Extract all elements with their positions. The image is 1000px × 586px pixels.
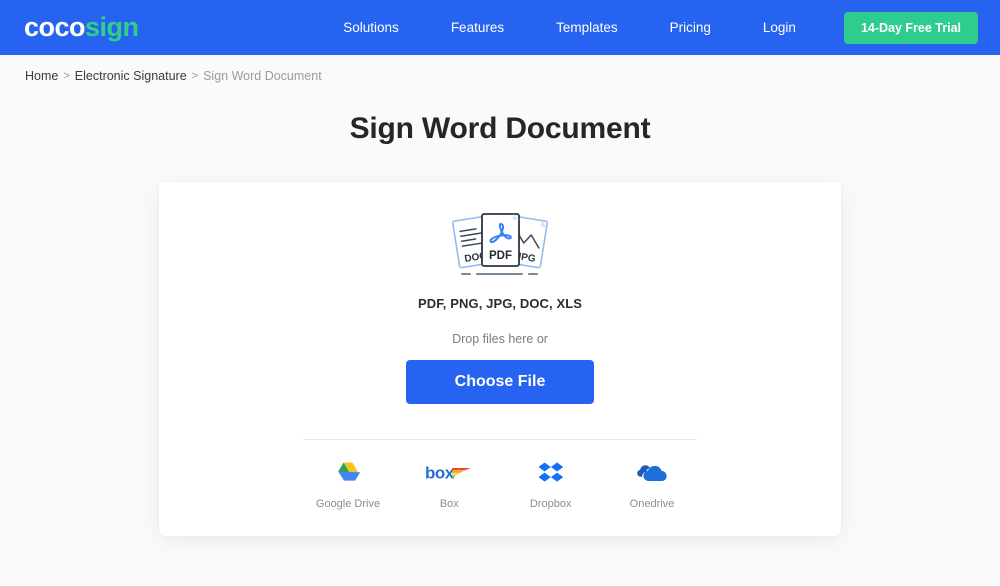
onedrive-icon [637, 458, 667, 488]
drop-files-label: Drop files here or [452, 332, 548, 346]
upload-card: DOC JPG PDF PDF, PNG, JPG, DOC, XLS Drop [159, 182, 841, 536]
nav-item-solutions[interactable]: Solutions [317, 12, 425, 43]
breadcrumb-item-home[interactable]: Home [25, 69, 58, 83]
logo[interactable]: cocosign [24, 14, 139, 41]
cloud-service-box[interactable]: box Box [404, 458, 494, 510]
supported-formats-label: PDF, PNG, JPG, DOC, XLS [417, 296, 583, 311]
nav-item-login[interactable]: Login [737, 12, 822, 43]
breadcrumb-separator-icon: > [63, 70, 70, 82]
divider [303, 439, 697, 440]
breadcrumb-item-current: Sign Word Document [203, 69, 322, 83]
cloud-service-label: Box [439, 498, 459, 510]
svg-text:box: box [425, 464, 455, 483]
cloud-service-onedrive[interactable]: Onedrive [607, 458, 697, 510]
breadcrumb-item-electronic-signature[interactable]: Electronic Signature [75, 69, 187, 83]
nav-item-templates[interactable]: Templates [530, 12, 644, 43]
google-drive-icon [335, 458, 361, 488]
free-trial-button[interactable]: 14-Day Free Trial [843, 11, 978, 44]
main-navigation: Solutions Features Templates Pricing Log… [317, 11, 978, 44]
breadcrumb-separator-icon: > [191, 70, 199, 82]
cloud-service-label: Onedrive [629, 498, 675, 510]
choose-file-button[interactable]: Choose File [406, 360, 594, 404]
site-header: cocosign Solutions Features Templates Pr… [0, 0, 1000, 55]
dropbox-icon [538, 458, 564, 488]
nav-item-features[interactable]: Features [425, 12, 530, 43]
box-icon: box [425, 458, 473, 488]
breadcrumb: Home > Electronic Signature > Sign Word … [0, 55, 1000, 83]
logo-text-secondary: sign [85, 12, 139, 42]
svg-text:PDF: PDF [489, 250, 512, 262]
cloud-service-dropbox[interactable]: Dropbox [506, 458, 596, 510]
page-title: Sign Word Document [349, 112, 651, 145]
document-formats-icon: DOC JPG PDF [448, 212, 552, 278]
cloud-service-google-drive[interactable]: Google Drive [303, 458, 393, 510]
logo-text-primary: coco [24, 12, 86, 42]
cloud-service-label: Google Drive [315, 498, 381, 510]
nav-item-pricing[interactable]: Pricing [644, 12, 737, 43]
cloud-service-label: Dropbox [529, 498, 572, 510]
cloud-services-row: Google Drive box Box Dropbox Onedrive [303, 458, 697, 510]
